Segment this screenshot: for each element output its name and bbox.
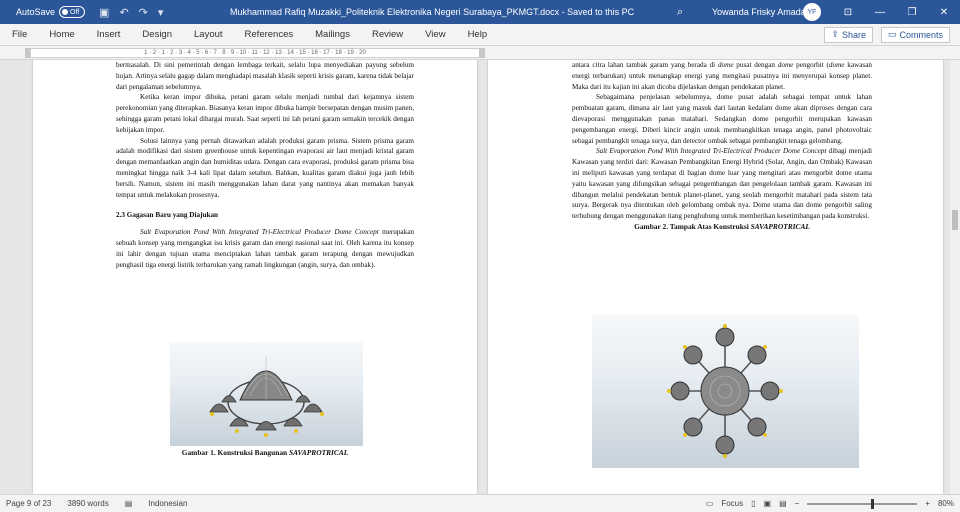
share-label: Share bbox=[841, 29, 866, 40]
left-page-text: bermasalah. Di sini pemerintah dengan le… bbox=[116, 60, 414, 270]
avatar[interactable]: YF bbox=[803, 3, 821, 21]
autosave-label: AutoSave bbox=[16, 7, 56, 17]
comment-icon: ▭ bbox=[887, 29, 897, 39]
tab-layout[interactable]: Layout bbox=[183, 24, 234, 46]
focus-mode[interactable]: Focus bbox=[721, 499, 743, 508]
autosave[interactable]: AutoSave Off bbox=[16, 6, 86, 18]
figure-2-caption: Gambar 2. Tampak Atas Konstruksi SAVAPRO… bbox=[634, 221, 810, 231]
tab-design[interactable]: Design bbox=[131, 24, 183, 46]
figure-2-image[interactable] bbox=[592, 315, 859, 468]
search-icon[interactable]: ⌕ bbox=[677, 6, 683, 19]
zoom-in-icon[interactable]: + bbox=[925, 499, 930, 508]
document-title: Mukhammad Rafiq Muzakki_Politeknik Elekt… bbox=[230, 7, 635, 17]
restore-icon[interactable]: ❐ bbox=[896, 0, 928, 24]
web-layout-icon[interactable]: ▤ bbox=[779, 499, 787, 508]
paragraph: bermasalah. Di sini pemerintah dengan le… bbox=[116, 61, 414, 91]
zoom-slider[interactable] bbox=[807, 498, 918, 509]
paragraph: Sebagaimana penjelasan sebelumnya, dome … bbox=[572, 93, 872, 145]
status-bar: Page 9 of 23 3890 words ▤ Indonesian ▭ F… bbox=[0, 494, 960, 512]
ruler-marks: 1 · 2 · 1 · 2 · 3 · 4 · 5 · 6 · 7 · 8 · … bbox=[30, 48, 480, 58]
paragraph: Salt Evaporation Pond With Integrated Tr… bbox=[116, 228, 414, 269]
zoom-out-icon[interactable]: − bbox=[795, 499, 800, 508]
figure-1-caption: Gambar 1. Konstruksi Bangunan SAVAPROTRI… bbox=[181, 448, 349, 457]
page-left[interactable]: bermasalah. Di sini pemerintah dengan le… bbox=[33, 60, 477, 494]
paragraph: Salt Evaporation Pond With Integrated Tr… bbox=[572, 147, 872, 221]
proofing-icon[interactable]: ▤ bbox=[125, 499, 133, 508]
word-count[interactable]: 3890 words bbox=[67, 499, 108, 508]
redo-icon[interactable]: ↷ bbox=[139, 6, 148, 19]
comments-button[interactable]: ▭ Comments bbox=[880, 26, 950, 43]
scrollbar-thumb[interactable] bbox=[952, 210, 958, 230]
figure-1-image[interactable] bbox=[170, 342, 363, 446]
tab-references[interactable]: References bbox=[234, 24, 305, 46]
tab-file[interactable]: File bbox=[0, 24, 38, 46]
ribbon-display-options-icon[interactable]: ⊡ bbox=[832, 0, 864, 24]
paragraph: Ketika keran impor dibuka, petani garam … bbox=[116, 93, 414, 134]
dome-top-view-illustration bbox=[667, 324, 783, 458]
horizontal-ruler[interactable]: 1 · 2 · 1 · 2 · 3 · 4 · 5 · 6 · 7 · 8 · … bbox=[0, 46, 960, 60]
close-icon[interactable]: ✕ bbox=[928, 0, 960, 24]
save-icon[interactable]: ▣ bbox=[99, 6, 109, 19]
comments-label: Comments bbox=[899, 29, 943, 40]
autosave-state: Off bbox=[70, 8, 80, 16]
tab-help[interactable]: Help bbox=[457, 24, 499, 46]
focus-icon[interactable]: ▭ bbox=[706, 499, 714, 508]
vertical-scrollbar[interactable] bbox=[950, 60, 960, 494]
ribbon-tabs: File Home Insert Design Layout Reference… bbox=[0, 24, 960, 46]
tab-mailings[interactable]: Mailings bbox=[304, 24, 361, 46]
tab-home[interactable]: Home bbox=[38, 24, 85, 46]
undo-icon[interactable]: ↶ bbox=[119, 6, 128, 19]
print-layout-icon[interactable]: ▣ bbox=[764, 499, 772, 508]
share-icon: ⇪ bbox=[831, 29, 839, 39]
read-mode-icon[interactable]: ▯ bbox=[751, 499, 755, 508]
right-page-text: antara citra lahan tambak garam yang ber… bbox=[572, 60, 872, 233]
share-button[interactable]: ⇪ Share bbox=[824, 26, 873, 43]
tab-insert[interactable]: Insert bbox=[86, 24, 132, 46]
autosave-toggle[interactable]: Off bbox=[59, 6, 86, 18]
tab-review[interactable]: Review bbox=[361, 24, 414, 46]
zoom-level[interactable]: 80% bbox=[938, 499, 954, 508]
document-canvas[interactable]: bermasalah. Di sini pemerintah dengan le… bbox=[0, 60, 950, 494]
customize-toolbar-icon[interactable]: ▾ bbox=[158, 6, 164, 19]
page-count[interactable]: Page 9 of 23 bbox=[6, 499, 51, 508]
tab-view[interactable]: View bbox=[414, 24, 456, 46]
title-bar: AutoSave Off ▣ ↶ ↷ ▾ Mukhammad Rafiq Muz… bbox=[0, 0, 960, 24]
paragraph: antara citra lahan tambak garam yang ber… bbox=[572, 61, 872, 91]
paragraph: Solusi lainnya yang pernah ditawarkan ad… bbox=[116, 136, 414, 199]
page-right[interactable]: antara citra lahan tambak garam yang ber… bbox=[488, 60, 943, 494]
language[interactable]: Indonesian bbox=[148, 499, 187, 508]
dome-structure-illustration bbox=[209, 356, 324, 437]
minimize-icon[interactable]: — bbox=[864, 0, 896, 24]
section-heading: 2.3 Gagasan Baru yang Diajukan bbox=[116, 211, 219, 220]
user-name[interactable]: Yowanda Frisky Amada bbox=[712, 7, 806, 17]
